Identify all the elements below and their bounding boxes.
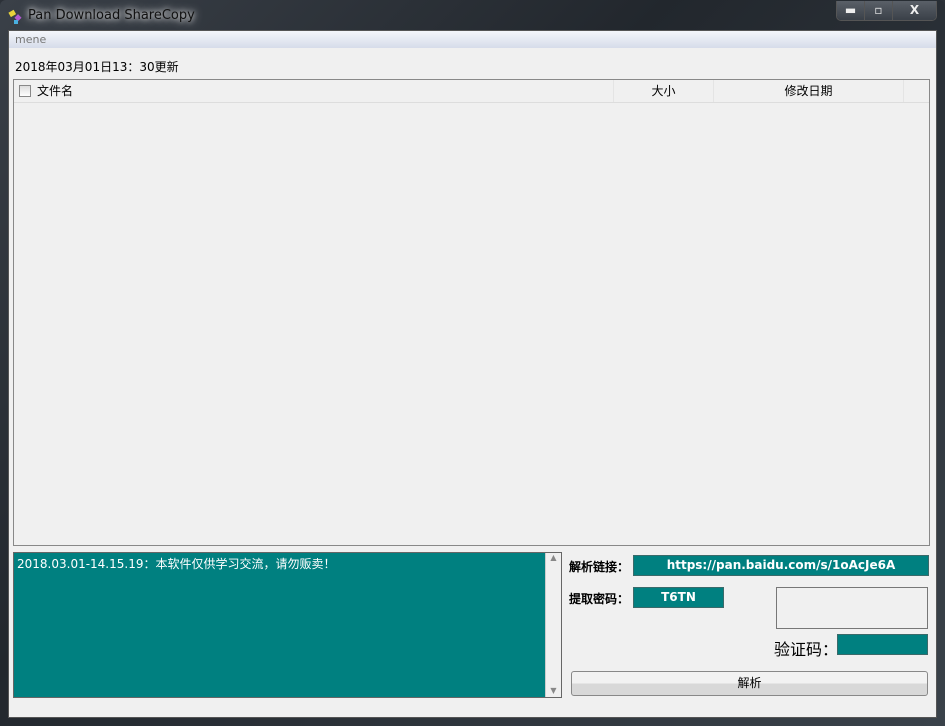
client-area: mene 2018年03月01日13：30更新 文件名 大小 修改日期 2018… [8, 30, 937, 718]
app-window: Pan Download ShareCopy ▬ ▫ X mene 2018年0… [0, 0, 945, 726]
captcha-label: 验证码： [774, 640, 839, 659]
column-size[interactable]: 大小 [614, 80, 714, 102]
column-modified[interactable]: 修改日期 [714, 80, 904, 102]
parse-button[interactable]: 解析 [571, 671, 928, 696]
captcha-input[interactable] [837, 634, 928, 655]
file-list[interactable]: 文件名 大小 修改日期 [13, 79, 930, 546]
log-line: 2018.03.01-14.15.19：本软件仅供学习交流，请勿贩卖！ [17, 557, 336, 571]
log-box[interactable]: 2018.03.01-14.15.19：本软件仅供学习交流，请勿贩卖！ ▲ ▼ [13, 552, 562, 698]
log-scrollbar[interactable]: ▲ ▼ [545, 553, 561, 697]
menu-item-mene[interactable]: mene [15, 33, 46, 46]
menu-bar: mene [9, 31, 936, 48]
link-label: 解析链接： [569, 560, 630, 574]
scroll-up-icon[interactable]: ▲ [546, 553, 561, 562]
app-icon [8, 9, 22, 24]
maximize-button[interactable]: ▫ [865, 1, 893, 20]
scroll-down-icon[interactable]: ▼ [546, 686, 561, 695]
close-button[interactable]: X [893, 1, 936, 20]
column-filename[interactable]: 文件名 [37, 84, 73, 98]
update-label: 2018年03月01日13：30更新 [15, 60, 179, 74]
link-input[interactable]: https://pan.baidu.com/s/1oAcJe6A [633, 555, 929, 576]
select-all-checkbox[interactable] [19, 85, 31, 97]
list-header: 文件名 大小 修改日期 [14, 80, 929, 103]
window-title: Pan Download ShareCopy [28, 8, 195, 23]
code-input[interactable]: T6TN [633, 587, 724, 608]
captcha-image [776, 587, 928, 629]
code-label: 提取密码： [569, 592, 630, 606]
minimize-button[interactable]: ▬ [837, 1, 865, 20]
